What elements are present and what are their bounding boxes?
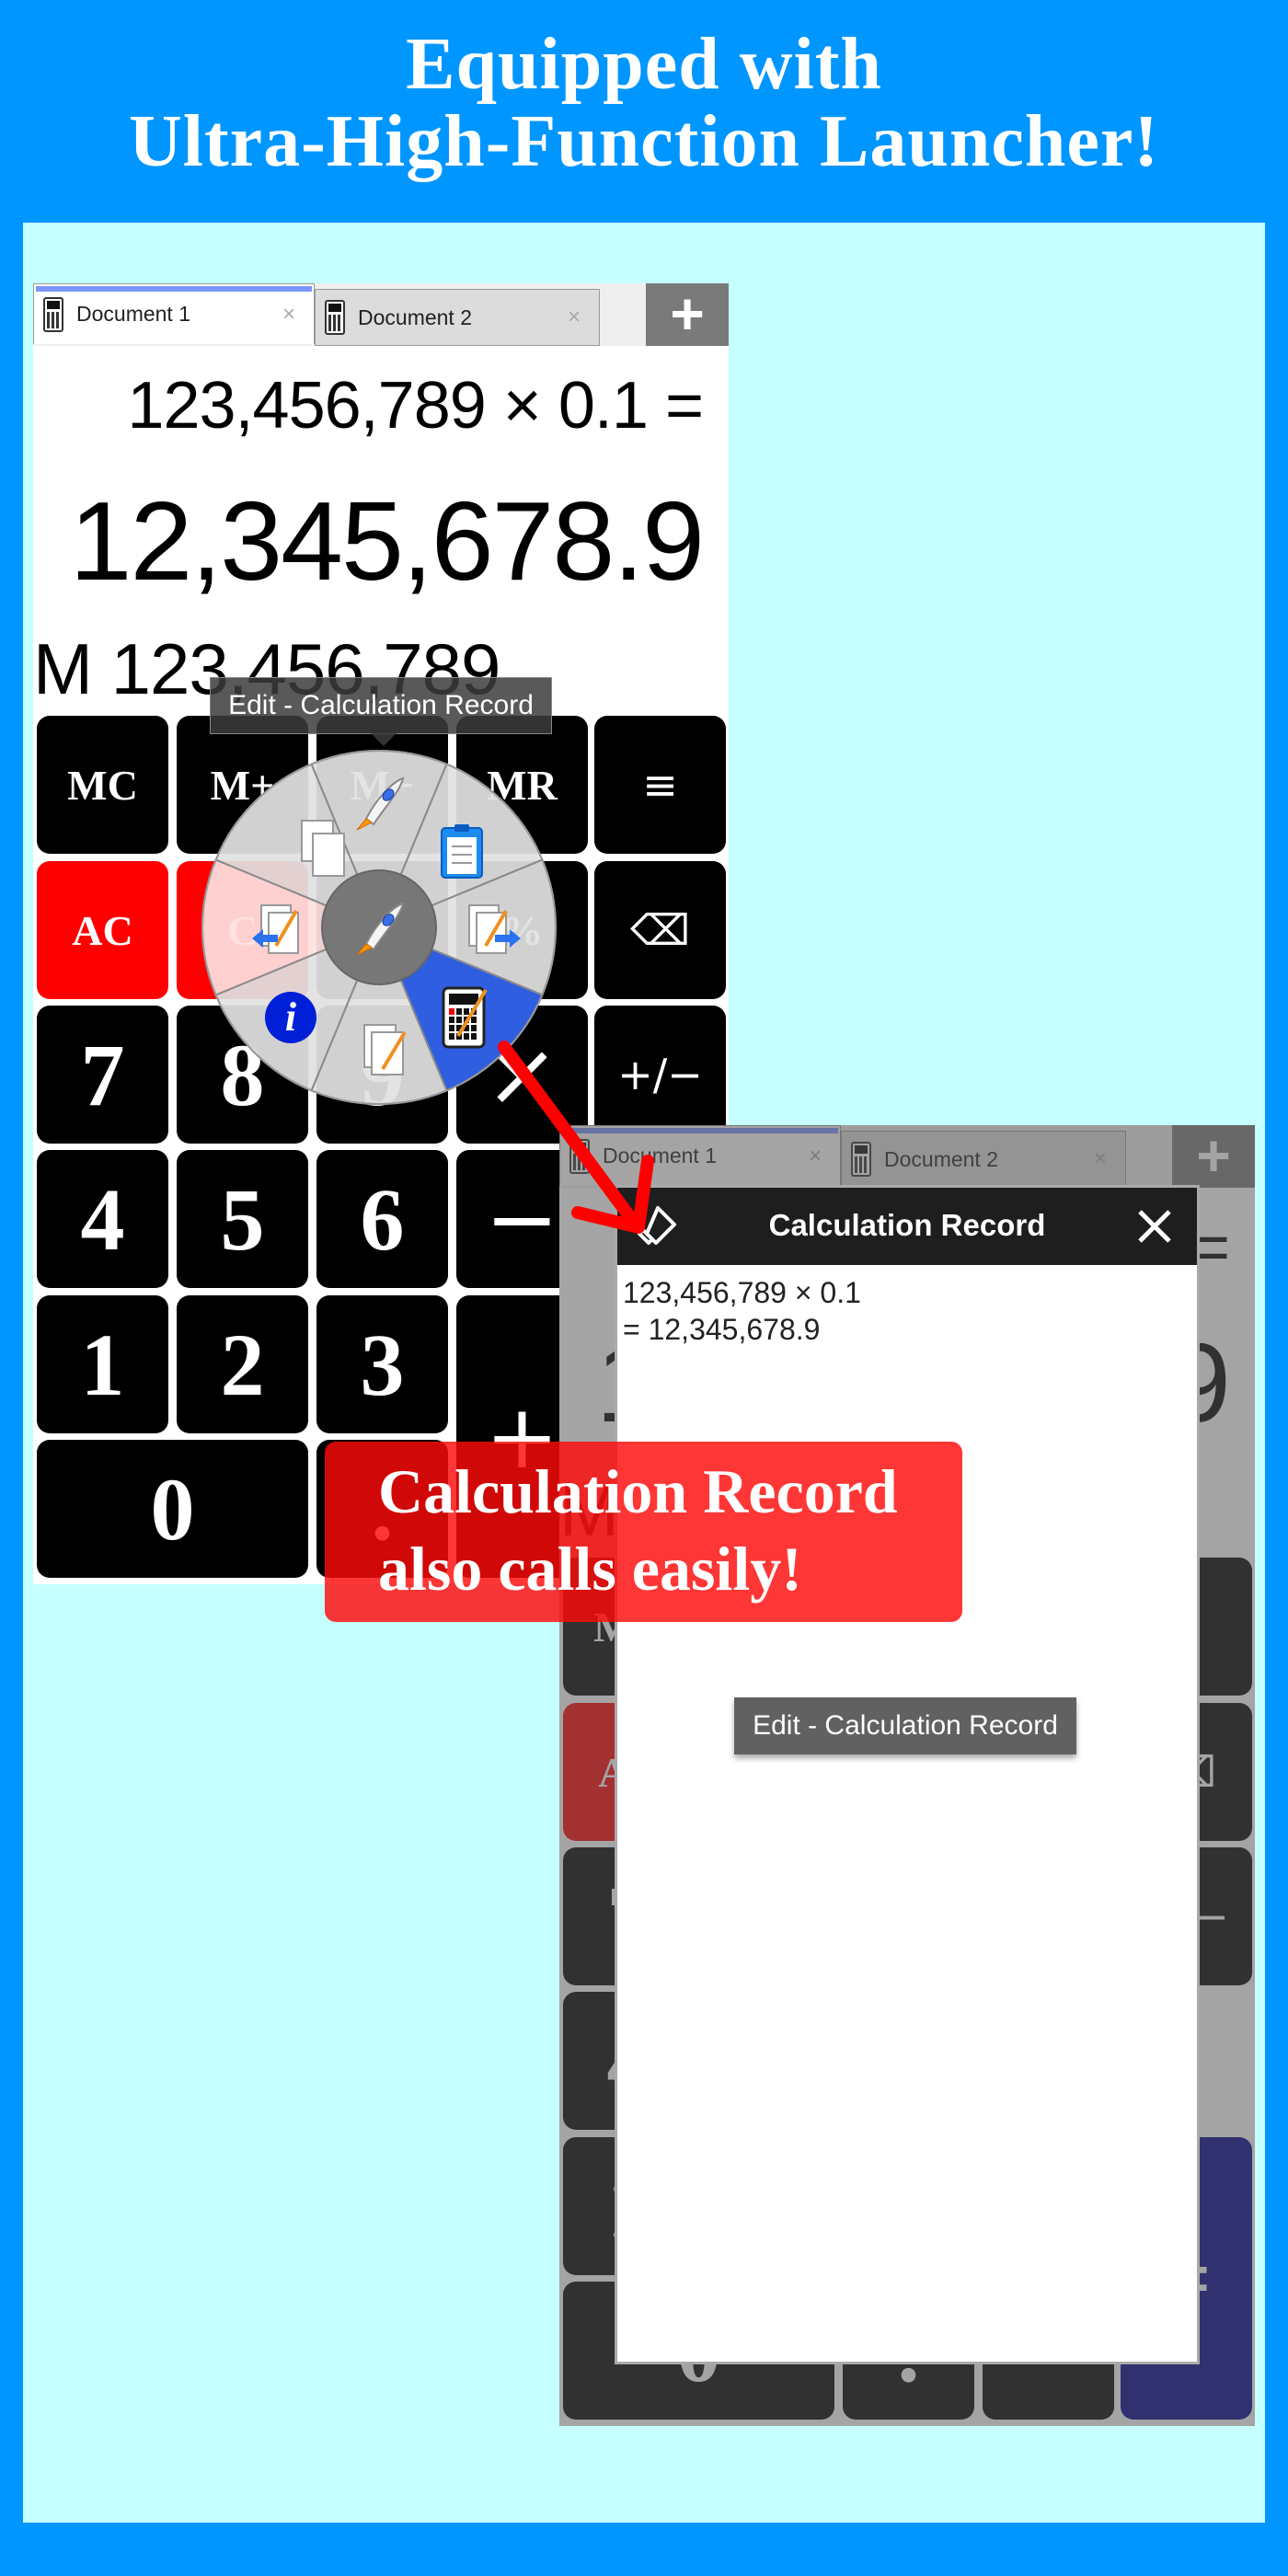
result-display: 12,345,678.9 <box>69 478 705 604</box>
key-label: − <box>485 1167 559 1271</box>
record-expression: 123,456,789 × 0.1 <box>623 1276 861 1309</box>
key-⌫[interactable]: ⌫ <box>594 861 726 999</box>
key-label: 4 <box>80 1169 125 1269</box>
tab-close-icon[interactable]: × <box>568 305 581 330</box>
key-label: 2 <box>220 1315 265 1414</box>
callout-banner: Calculation Record also calls easily! <box>325 1442 962 1622</box>
key-5[interactable]: 5 <box>177 1150 308 1288</box>
key-label: 1 <box>80 1315 125 1414</box>
tab-document-1[interactable]: Document 1 × <box>33 283 315 344</box>
key-4[interactable]: 4 <box>37 1150 168 1288</box>
record-tooltip: Edit - Calculation Record <box>734 1697 1076 1754</box>
record-result: = 12,345,678.9 <box>623 1313 821 1346</box>
add-tab-button[interactable]: + <box>646 283 729 346</box>
calculator-icon <box>43 296 63 332</box>
radial-launcher: i <box>201 749 558 1106</box>
clipboard-icon[interactable] <box>441 824 483 879</box>
dialog-title: Calculation Record <box>768 1208 1046 1242</box>
expression-display: 123,456,789 × 0.1 = <box>127 369 704 443</box>
key-≡[interactable]: ≡ <box>594 716 726 854</box>
svg-text:i: i <box>285 995 297 1040</box>
key-label: ≡ <box>642 760 678 810</box>
calculator-edit-icon[interactable] <box>442 986 488 1049</box>
key-label: +/− <box>617 1050 703 1099</box>
dialog-header: Calculation Record <box>617 1188 1197 1265</box>
close-icon[interactable] <box>1133 1204 1177 1248</box>
launcher-wheel: i <box>201 750 557 1105</box>
tab-label: Document 1 <box>76 302 191 326</box>
tab-label: Document 2 <box>358 305 473 329</box>
launcher-tooltip: Edit - Calculation Record <box>210 677 552 746</box>
key-MC[interactable]: MC <box>37 716 168 854</box>
key-3[interactable]: 3 <box>316 1295 448 1433</box>
record-entry[interactable]: 123,456,789 × 0.1 = 12,345,678.9 <box>623 1274 861 1348</box>
headline-line-1: Equipped with <box>406 24 882 105</box>
tab-close-icon[interactable]: × <box>282 302 295 328</box>
banner-line-2: also calls easily! <box>378 1534 802 1604</box>
key-1[interactable]: 1 <box>37 1295 168 1433</box>
calculator-icon <box>325 300 345 335</box>
key-7[interactable]: 7 <box>37 1006 168 1144</box>
banner-line-1: Calculation Record <box>378 1456 898 1526</box>
key-label: 3 <box>360 1315 405 1414</box>
key-label: AC <box>72 906 133 954</box>
headline-line-2: Ultra-High-Function Launcher! <box>128 101 1160 182</box>
headline: Equipped with Ultra-High-Function Launch… <box>0 26 1288 180</box>
key-+/−[interactable]: +/− <box>594 1006 726 1144</box>
tab-bar: Document 1 × Document 2 × + <box>33 283 729 346</box>
key-2[interactable]: 2 <box>177 1295 308 1433</box>
calculation-record-dialog: Calculation Record 123,456,789 × 0.1 = 1… <box>615 1185 1200 2364</box>
key-label: ⌫ <box>629 905 691 955</box>
info-icon[interactable]: i <box>265 992 316 1043</box>
key-label: MC <box>67 761 138 809</box>
tab-document-2[interactable]: Document 2 × <box>315 289 600 346</box>
key-label: 0 <box>150 1459 195 1558</box>
key-6[interactable]: 6 <box>316 1150 448 1288</box>
key-0[interactable]: 0 <box>37 1440 308 1578</box>
document-edit-icon[interactable] <box>363 1024 407 1075</box>
key-AC[interactable]: AC <box>37 861 168 999</box>
key-label: 6 <box>360 1169 405 1269</box>
key-label: 7 <box>80 1025 125 1124</box>
key-label: 5 <box>220 1169 265 1269</box>
